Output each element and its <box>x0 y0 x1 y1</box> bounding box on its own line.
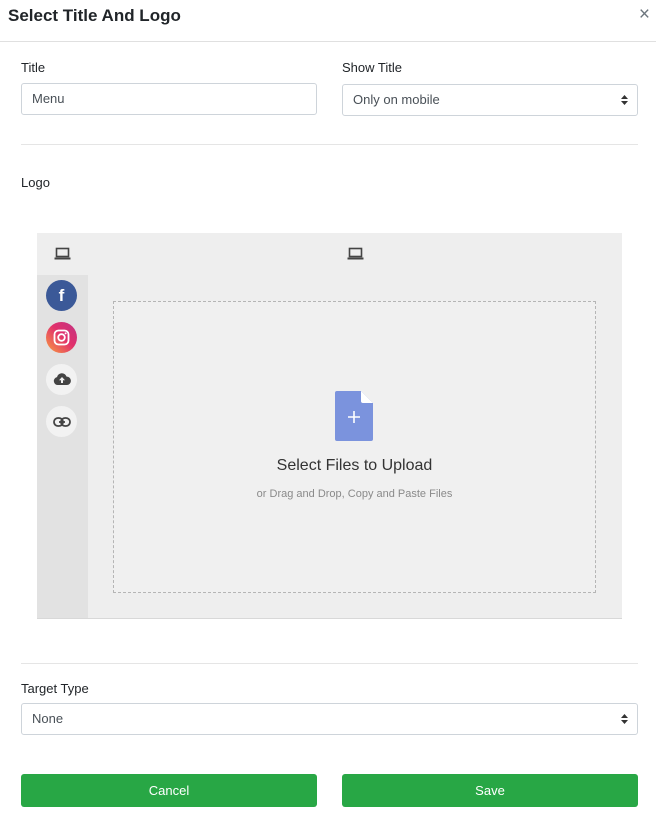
instagram-icon[interactable] <box>46 322 77 353</box>
modal-header: Select Title And Logo × <box>0 0 656 42</box>
save-button[interactable]: Save <box>342 774 638 807</box>
title-label: Title <box>21 60 46 75</box>
source-rail: f <box>37 275 88 618</box>
file-uploader: f Select Files to Upload or Drag and Dro… <box>37 233 622 619</box>
upload-title: Select Files to Upload <box>276 457 433 474</box>
file-plus-icon <box>335 391 373 441</box>
drop-zone[interactable]: Select Files to Upload or Drag and Drop,… <box>113 301 596 593</box>
show-title-select[interactable]: Only on mobile <box>342 84 638 116</box>
modal-title: Select Title And Logo <box>8 6 181 25</box>
cloud-upload-icon[interactable] <box>46 364 77 395</box>
upload-subtitle: or Drag and Drop, Copy and Paste Files <box>256 488 453 500</box>
show-title-label: Show Title <box>342 60 402 75</box>
target-type-value: None <box>32 711 64 726</box>
logo-label: Logo <box>21 175 50 190</box>
title-input[interactable]: Menu <box>21 83 317 115</box>
close-button[interactable]: × <box>639 5 650 25</box>
link-icon[interactable] <box>46 406 77 437</box>
laptop-icon[interactable] <box>54 247 71 261</box>
divider <box>21 144 638 145</box>
cancel-button[interactable]: Cancel <box>21 774 317 807</box>
select-arrows-icon <box>621 714 628 724</box>
laptop-icon <box>347 247 364 260</box>
show-title-value: Only on mobile <box>353 92 440 107</box>
target-type-select[interactable]: None <box>21 703 638 735</box>
title-input-value: Menu <box>32 91 65 106</box>
facebook-icon[interactable]: f <box>46 280 77 311</box>
select-arrows-icon <box>621 95 628 105</box>
divider <box>21 663 638 664</box>
target-type-label: Target Type <box>21 681 89 696</box>
